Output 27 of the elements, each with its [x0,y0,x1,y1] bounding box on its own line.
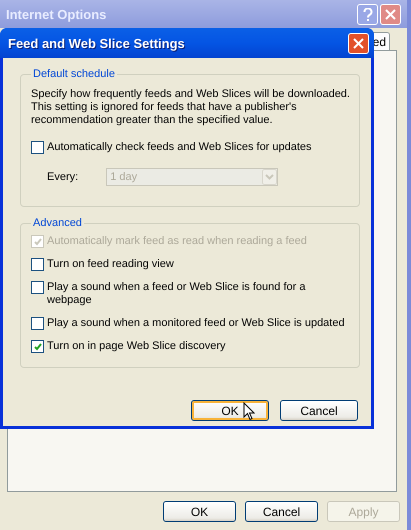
dialog-button[interactable]: OK [191,400,269,421]
dialog-button[interactable]: OK [163,501,236,522]
checkbox-option[interactable]: Play a sound when a monitored feed or Web Slice is updated [31,317,351,330]
close-button[interactable] [348,32,369,54]
dialog-title: Feed and Web Slice Settings [8,36,185,50]
checkbox-option[interactable]: Automatically check feeds and Web Slices for updates [31,141,351,154]
group-title: Advanced [32,217,83,229]
every-label: Every: [47,171,78,183]
dialog-button[interactable]: Cancel [280,400,358,421]
checkbox[interactable] [31,141,44,154]
checkbox[interactable] [31,317,44,330]
dialog-button[interactable]: Cancel [245,501,318,522]
checkbox-option[interactable]: Turn on feed reading view [31,258,351,271]
window-title: Internet Options [6,6,106,22]
checkbox-option[interactable]: Turn on in page Web Slice discovery [31,340,351,353]
question-icon [362,8,372,20]
close-icon [353,38,364,48]
checkbox[interactable] [31,258,44,271]
caret-icon [262,169,278,185]
close-button[interactable] [380,4,401,24]
cursor-icon [243,402,255,421]
description-text: Specify how frequently feeds and Web Slices will be downloaded. This setting is ignored for feeds that have a publisher's recommendation greater than the specified value. [31,88,351,127]
checkbox[interactable] [31,340,44,353]
checkbox-option[interactable]: Play a sound when a feed or Web Slice is found for a webpage [31,281,351,307]
checkbox[interactable] [31,281,44,294]
group-title: Default schedule [32,68,116,80]
close-icon [385,8,396,20]
